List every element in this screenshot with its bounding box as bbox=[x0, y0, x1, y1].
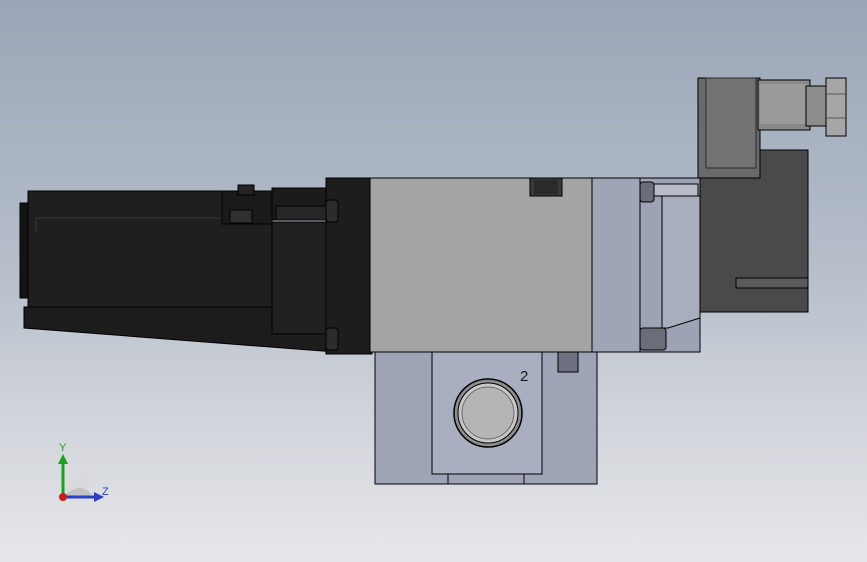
triad-origin bbox=[59, 493, 67, 501]
port-2-fitting[interactable] bbox=[453, 378, 523, 448]
connecting-bracket[interactable] bbox=[271, 177, 373, 355]
solenoid-valve-model[interactable] bbox=[0, 0, 867, 562]
triad-y-label: Y bbox=[59, 442, 67, 454]
end-plate[interactable] bbox=[591, 177, 701, 353]
port-label: 2 bbox=[520, 368, 529, 385]
triad-z-label: Z bbox=[102, 486, 109, 498]
y-axis-arrowhead bbox=[58, 454, 68, 464]
graphics-viewport[interactable]: 2 Y Z bbox=[0, 0, 867, 562]
valve-body[interactable] bbox=[369, 177, 593, 353]
cable-gland[interactable] bbox=[757, 77, 847, 137]
